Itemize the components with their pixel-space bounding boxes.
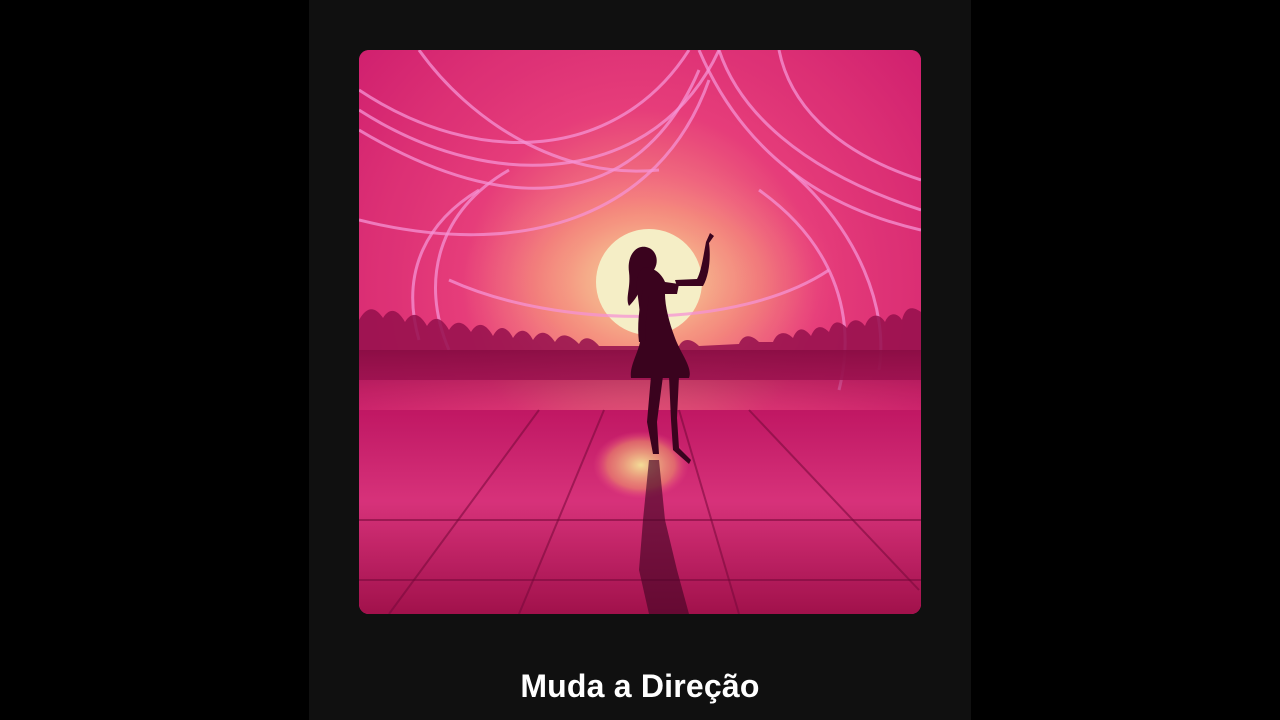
- vignette: [359, 50, 921, 614]
- player-panel: Muda a Direção: [309, 0, 971, 720]
- album-cover-art: [359, 50, 921, 614]
- track-title: Muda a Direção: [520, 668, 760, 704]
- video-frame: Muda a Direção: [0, 0, 1280, 720]
